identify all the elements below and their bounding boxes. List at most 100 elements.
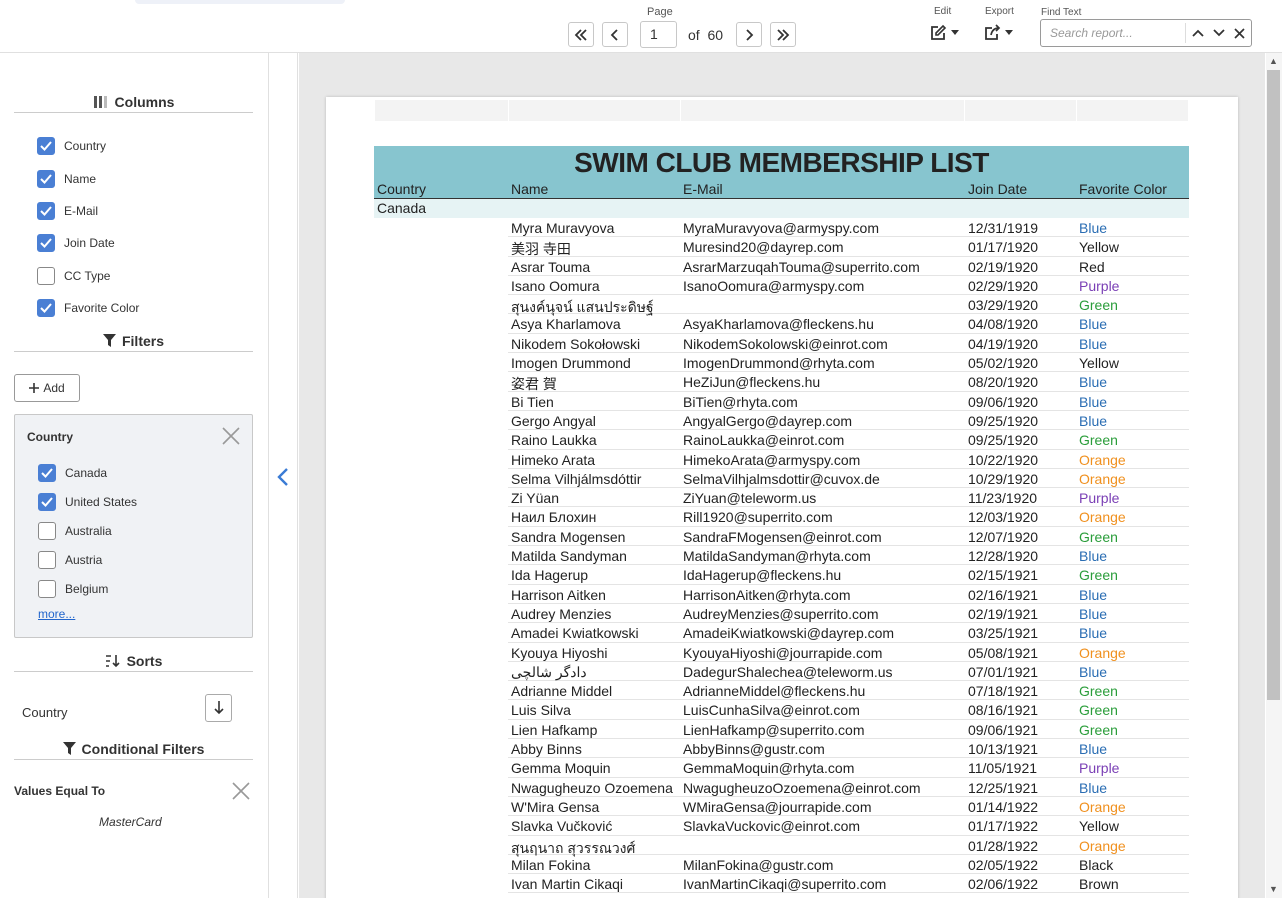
- find-prev-button[interactable]: [1190, 24, 1206, 42]
- cell-email: AdrianneMiddel@fleckens.hu: [683, 683, 866, 700]
- remove-filter-button[interactable]: [222, 427, 240, 450]
- column-label: Name: [64, 172, 97, 186]
- cell-favorite-color: Green: [1079, 567, 1118, 584]
- cell-name: Abby Binns: [511, 741, 582, 758]
- check-icon: [40, 238, 52, 248]
- find-next-button[interactable]: [1211, 24, 1227, 42]
- option-label: Austria: [65, 553, 103, 567]
- cell-join-date: 02/05/1922: [968, 856, 1039, 873]
- checkbox[interactable]: [38, 551, 56, 569]
- cell-email: SelmaVilhjalmsdottir@cuvox.de: [683, 470, 880, 487]
- scroll-down-arrow[interactable]: ▼: [1269, 884, 1278, 894]
- close-icon: [1233, 27, 1245, 39]
- cell-favorite-color: Orange: [1079, 509, 1126, 526]
- column-toggle-email[interactable]: E-Mail: [37, 202, 98, 220]
- edit-button[interactable]: [929, 22, 960, 44]
- cell-favorite-color: Green: [1079, 702, 1118, 719]
- page-number-input[interactable]: 1: [640, 21, 677, 48]
- column-toggle-join-date[interactable]: Join Date: [37, 234, 115, 252]
- add-filter-button[interactable]: Add: [14, 374, 80, 402]
- column-label: E-Mail: [64, 204, 99, 218]
- cell-email: IvanMartinCikaqi@superrito.com: [683, 876, 887, 893]
- filter-option-canada[interactable]: Canada: [38, 464, 107, 482]
- cell-favorite-color: Red: [1079, 258, 1105, 275]
- cell-join-date: 04/19/1920: [968, 335, 1039, 352]
- cell-favorite-color: Green: [1079, 297, 1118, 314]
- cell-name: Myra Muravyova: [511, 220, 615, 236]
- option-label: Australia: [65, 524, 112, 538]
- checkbox[interactable]: [37, 267, 55, 285]
- first-page-button[interactable]: [568, 22, 594, 47]
- filter-option-australia[interactable]: Australia: [38, 522, 112, 540]
- checkbox[interactable]: [38, 522, 56, 540]
- filter-option-belgium[interactable]: Belgium: [38, 580, 108, 598]
- table-row: Zi Yüan ZiYuan@teleworm.us 11/23/1920 Purpl…: [508, 488, 1189, 508]
- filter-icon: [62, 742, 76, 755]
- cell-join-date: 08/16/1921: [968, 702, 1039, 719]
- cell-join-date: 12/28/1920: [968, 548, 1039, 565]
- cell-email: AsyaKharlamova@fleckens.hu: [683, 316, 874, 333]
- column-toggle-cc-type[interactable]: CC Type: [37, 267, 110, 285]
- table-row: W'Mira Gensa WMiraGensa@jourrapide.com 01/…: [508, 797, 1189, 817]
- cell-favorite-color: Orange: [1079, 644, 1126, 661]
- checkbox[interactable]: [38, 464, 56, 482]
- collapse-sidebar-button[interactable]: [276, 467, 290, 492]
- sort-direction-button[interactable]: [205, 694, 232, 722]
- clear-search-button[interactable]: [1231, 24, 1247, 42]
- table-row: Imogen Drummond ImogenDrummond@rhyta.com 0…: [508, 353, 1189, 373]
- search-input[interactable]: Search report...: [1040, 19, 1252, 47]
- cell-email: SandraFMogensen@einrot.com: [683, 528, 882, 545]
- cell-email: NikodemSokolowski@einrot.com: [683, 335, 888, 352]
- cell-favorite-color: Orange: [1079, 451, 1126, 468]
- checkbox[interactable]: [38, 493, 56, 511]
- cell-join-date: 01/17/1922: [968, 818, 1039, 835]
- caret-down-icon: [1005, 30, 1013, 35]
- cell-join-date: 10/29/1920: [968, 470, 1039, 487]
- vertical-scrollbar[interactable]: ▲ ▼: [1266, 53, 1282, 898]
- cell-email: MatildaSandyman@rhyta.com: [683, 548, 871, 565]
- checkbox[interactable]: [37, 170, 55, 188]
- filter-option-united-states[interactable]: United States: [38, 493, 137, 511]
- cell-name: Slavka Vučković: [511, 818, 613, 835]
- cell-join-date: 01/28/1922: [968, 837, 1039, 854]
- table-row: 姿君 賀 HeZiJun@fleckens.hu 08/20/1920 Blue: [508, 372, 1189, 392]
- column-toggle-favorite-color[interactable]: Favorite Color: [37, 299, 139, 317]
- sidebar-collapse-strip: [270, 53, 298, 898]
- filter-option-austria[interactable]: Austria: [38, 551, 102, 569]
- column-toggle-country[interactable]: Country: [37, 137, 106, 155]
- last-page-button[interactable]: [770, 22, 796, 47]
- cell-email: IsanoOomura@armyspy.com: [683, 277, 865, 294]
- more-options-link[interactable]: more...: [38, 607, 75, 621]
- checkbox[interactable]: [38, 580, 56, 598]
- export-button[interactable]: [983, 22, 1014, 44]
- cell-name: Audrey Menzies: [511, 605, 612, 622]
- cell-email: HarrisonAitken@rhyta.com: [683, 586, 851, 603]
- cell-name: Zi Yüan: [511, 490, 559, 507]
- cell-name: Milan Fokina: [511, 856, 591, 873]
- report-viewer: SWIM CLUB MEMBERSHIP LIST Country Name E…: [299, 53, 1265, 898]
- column-label: Favorite Color: [64, 301, 140, 315]
- cell-join-date: 10/13/1921: [968, 741, 1039, 758]
- remove-conditional-filter-button[interactable]: [232, 782, 250, 805]
- sidebar: Columns Country Name E-Mail Join Date CC…: [10, 53, 269, 898]
- cell-join-date: 02/29/1920: [968, 277, 1039, 294]
- cell-name: Nwagugheuzo Ozoemena: [511, 779, 673, 796]
- prev-page-button[interactable]: [602, 22, 628, 47]
- scroll-up-arrow[interactable]: ▲: [1269, 56, 1278, 66]
- cell-email: DadegurShalechea@teleworm.us: [683, 663, 893, 680]
- cell-email: AbbyBinns@gustr.com: [683, 741, 825, 758]
- filters-header: Filters: [14, 330, 253, 352]
- checkbox[interactable]: [37, 234, 55, 252]
- cell-favorite-color: Yellow: [1079, 355, 1119, 372]
- cell-favorite-color: Orange: [1079, 470, 1126, 487]
- sorts-title: Sorts: [126, 652, 163, 669]
- checkbox[interactable]: [37, 202, 55, 220]
- checkbox[interactable]: [37, 299, 55, 317]
- column-toggle-name[interactable]: Name: [37, 170, 96, 188]
- checkbox[interactable]: [37, 137, 55, 155]
- table-row: Nikodem Sokołowski NikodemSokolowski@einr…: [508, 334, 1189, 354]
- plus-icon: [29, 383, 40, 393]
- scrollbar-thumb[interactable]: [1267, 70, 1280, 700]
- next-page-button[interactable]: [736, 22, 762, 47]
- cell-name: Isano Oomura: [511, 277, 600, 294]
